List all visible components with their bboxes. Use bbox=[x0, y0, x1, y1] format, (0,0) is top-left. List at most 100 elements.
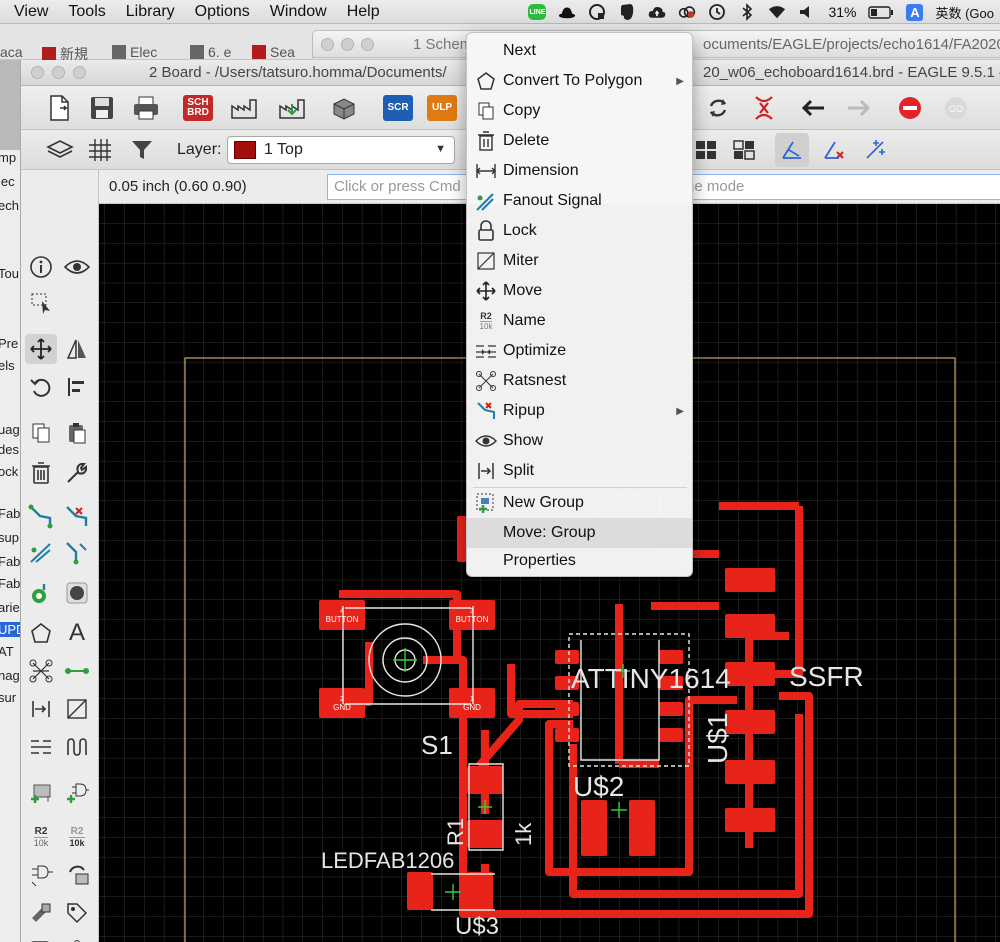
layout-grid-icon[interactable] bbox=[689, 133, 723, 167]
menu-item-copy[interactable]: Copy bbox=[467, 96, 692, 126]
background-tab-3[interactable]: Elec bbox=[112, 44, 157, 60]
evernote-icon[interactable] bbox=[618, 3, 636, 21]
autoroute-icon[interactable] bbox=[61, 538, 93, 568]
close-button[interactable] bbox=[321, 38, 334, 51]
menu-library[interactable]: Library bbox=[116, 3, 185, 21]
cluster-icon[interactable] bbox=[61, 936, 93, 942]
save-icon[interactable] bbox=[85, 91, 119, 125]
redo-icon[interactable] bbox=[841, 91, 875, 125]
swap-red-icon[interactable] bbox=[747, 91, 781, 125]
menu-item-convert-to-polygon[interactable]: Convert To Polygon ▶ bbox=[467, 66, 692, 96]
name-tool-icon[interactable]: R2 10k bbox=[25, 822, 57, 852]
copy-icon[interactable] bbox=[25, 418, 57, 448]
eye-icon[interactable] bbox=[61, 252, 93, 282]
align-icon[interactable] bbox=[61, 372, 93, 402]
route-icon[interactable] bbox=[25, 502, 57, 532]
creative-cloud-icon[interactable] bbox=[678, 3, 696, 21]
menu-item-next[interactable]: Next bbox=[467, 36, 692, 66]
3d-view-icon[interactable] bbox=[327, 91, 361, 125]
background-tab-5[interactable]: Sea bbox=[252, 44, 295, 60]
cam-processor-icon[interactable] bbox=[227, 91, 261, 125]
menu-item-move-group[interactable]: Move: Group bbox=[467, 518, 692, 548]
stop-icon[interactable] bbox=[893, 91, 927, 125]
hat-icon[interactable] bbox=[558, 3, 576, 21]
manufacturing-icon[interactable] bbox=[275, 91, 309, 125]
script-icon[interactable]: SCR bbox=[381, 91, 415, 125]
open-file-icon[interactable] bbox=[43, 91, 77, 125]
wrench-icon[interactable] bbox=[61, 458, 93, 488]
add-gate-icon[interactable] bbox=[61, 778, 93, 808]
menu-item-name[interactable]: R2 10k Name bbox=[467, 306, 692, 336]
layout-grid-alt-icon[interactable] bbox=[727, 133, 761, 167]
route-angle-delete-icon[interactable] bbox=[817, 133, 851, 167]
menu-item-properties[interactable]: Properties bbox=[467, 546, 692, 576]
polygon-icon[interactable] bbox=[25, 618, 57, 648]
via-icon[interactable] bbox=[25, 578, 57, 608]
split-icon[interactable] bbox=[25, 694, 57, 724]
undo-icon[interactable] bbox=[797, 91, 831, 125]
menu-tools[interactable]: Tools bbox=[58, 3, 115, 21]
route-angle-icon[interactable] bbox=[775, 133, 809, 167]
menu-item-lock[interactable]: Lock bbox=[467, 216, 692, 246]
menu-options[interactable]: Options bbox=[185, 3, 260, 21]
layer-select[interactable]: 1 Top ▼ bbox=[227, 136, 455, 164]
minimize-button[interactable] bbox=[341, 38, 354, 51]
line-app-icon[interactable]: LINE bbox=[528, 4, 547, 20]
filter-icon[interactable] bbox=[125, 133, 159, 167]
battery-icon[interactable] bbox=[868, 3, 894, 21]
menu-window[interactable]: Window bbox=[260, 3, 337, 21]
miter-icon[interactable] bbox=[61, 694, 93, 724]
input-source-icon[interactable]: A bbox=[906, 3, 924, 21]
hole-icon[interactable] bbox=[61, 578, 93, 608]
fanout-icon[interactable] bbox=[25, 538, 57, 568]
background-tab-1[interactable]: aca bbox=[0, 44, 23, 60]
meander-icon[interactable] bbox=[61, 732, 93, 762]
change-icon[interactable] bbox=[25, 898, 57, 928]
menu-view[interactable]: View bbox=[0, 3, 58, 21]
value-tool-icon[interactable]: R2 10k bbox=[61, 822, 93, 852]
menu-item-miter[interactable]: Miter bbox=[467, 246, 692, 276]
mirror-icon[interactable] bbox=[61, 334, 93, 364]
battery-percent[interactable]: 31% bbox=[828, 4, 856, 20]
menu-item-ripup[interactable]: Ripup ▶ bbox=[467, 396, 692, 426]
text-icon[interactable]: A bbox=[61, 618, 93, 648]
wifi-icon[interactable] bbox=[768, 3, 786, 21]
layers-icon[interactable] bbox=[43, 133, 77, 167]
print-icon[interactable] bbox=[129, 91, 163, 125]
bluetooth-icon[interactable] bbox=[738, 3, 756, 21]
go-icon[interactable]: GO bbox=[939, 91, 973, 125]
grid-icon[interactable] bbox=[83, 133, 117, 167]
background-tab-4[interactable]: 6. e bbox=[190, 44, 231, 60]
menu-item-new-group[interactable]: New Group bbox=[467, 488, 692, 518]
refresh-icon[interactable] bbox=[701, 91, 735, 125]
time-machine-icon[interactable] bbox=[708, 3, 726, 21]
sparkle-icon[interactable] bbox=[859, 133, 893, 167]
select-icon[interactable] bbox=[25, 288, 57, 318]
menu-item-fanout-signal[interactable]: Fanout Signal bbox=[467, 186, 692, 216]
ratsnest-icon[interactable] bbox=[25, 656, 57, 686]
sync-lock-icon[interactable] bbox=[588, 3, 606, 21]
menu-item-split[interactable]: Split bbox=[467, 456, 692, 486]
menu-item-optimize[interactable]: Optimize bbox=[467, 336, 692, 366]
signal-icon[interactable] bbox=[61, 656, 93, 686]
close-button[interactable] bbox=[31, 66, 44, 79]
paint-roller-icon[interactable] bbox=[25, 936, 57, 942]
paste-icon[interactable] bbox=[61, 418, 93, 448]
add-part-icon[interactable] bbox=[25, 778, 57, 808]
move-icon[interactable] bbox=[25, 334, 57, 364]
menu-item-show[interactable]: Show bbox=[467, 426, 692, 456]
replace-icon[interactable] bbox=[61, 860, 93, 890]
cloud-upload-icon[interactable] bbox=[648, 3, 666, 21]
delete-icon[interactable] bbox=[25, 458, 57, 488]
menu-help[interactable]: Help bbox=[337, 3, 390, 21]
smash-icon[interactable] bbox=[25, 860, 57, 890]
attribute-tag-icon[interactable] bbox=[61, 898, 93, 928]
optimize-icon[interactable] bbox=[25, 732, 57, 762]
sch-brd-switch-icon[interactable]: SCH BRD bbox=[181, 91, 215, 125]
menu-item-move[interactable]: Move bbox=[467, 276, 692, 306]
ripup-icon[interactable] bbox=[61, 502, 93, 532]
rotate-icon[interactable] bbox=[25, 372, 57, 402]
ulp-icon[interactable]: ULP bbox=[425, 91, 459, 125]
zoom-button[interactable] bbox=[361, 38, 374, 51]
menu-item-ratsnest[interactable]: Ratsnest bbox=[467, 366, 692, 396]
